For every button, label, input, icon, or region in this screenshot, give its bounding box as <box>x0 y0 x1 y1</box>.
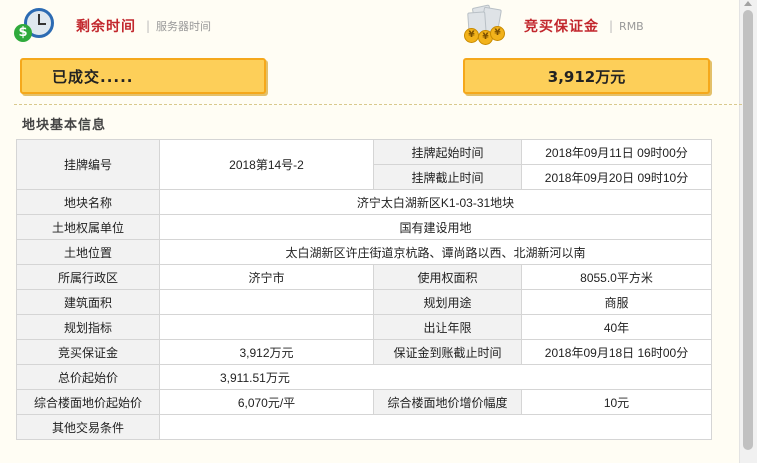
listing-no-value: 2018第14号-2 <box>159 139 374 190</box>
parcel-info-table: 挂牌编号 2018第14号-2 挂牌起始时间 2018年09月11日 09时00… <box>16 139 712 440</box>
floor-price-value: 6,070元/平 <box>159 389 374 415</box>
end-time-value: 2018年09月20日 09时10分 <box>521 164 712 190</box>
term-value: 40年 <box>521 314 712 340</box>
increment-value: 10元 <box>521 389 712 415</box>
dollar-coin-icon: $ <box>14 24 32 42</box>
remaining-time-title: 剩余时间 <box>76 19 136 35</box>
owner-value: 国有建设用地 <box>159 214 712 240</box>
divider <box>14 104 742 105</box>
deposit-deadline-label: 保证金到账截止时间 <box>373 339 522 365</box>
table-row: 建筑面积 规划用途 商服 <box>16 289 712 315</box>
header-separator: | <box>146 19 151 33</box>
deposit-deadline-value: 2018年09月18日 16时00分 <box>521 339 712 365</box>
parcel-name-label: 地块名称 <box>16 189 160 215</box>
header-separator: | <box>609 19 614 33</box>
deposit-title: 竞买保证金 <box>524 19 599 35</box>
deposit-header: ¥ ¥ ¥ 竞买保证金 | RMB <box>462 4 644 48</box>
table-row: 竞买保证金 3,912万元 保证金到账截止时间 2018年09月18日 16时0… <box>16 339 712 365</box>
term-label: 出让年限 <box>373 314 522 340</box>
money-coins-icon: ¥ ¥ ¥ <box>462 4 505 46</box>
scrollbar-thumb[interactable] <box>743 10 753 450</box>
start-price-label: 总价起始价 <box>16 364 160 390</box>
floor-price-label: 综合楼面地价起始价 <box>16 389 160 415</box>
clock-money-icon: $ <box>14 6 56 46</box>
building-area-value <box>159 289 374 315</box>
owner-label: 土地权属单位 <box>16 214 160 240</box>
vertical-scrollbar[interactable] <box>739 0 757 463</box>
deal-status-box: 已成交..... <box>20 58 266 94</box>
table-row: 总价起始价 3,911.51万元 <box>16 364 712 390</box>
planning-index-value <box>159 314 374 340</box>
table-row: 挂牌编号 2018第14号-2 挂牌起始时间 2018年09月11日 09时00… <box>16 139 712 190</box>
table-row: 其他交易条件 <box>16 414 712 440</box>
other-terms-label: 其他交易条件 <box>16 414 160 440</box>
planned-use-label: 规划用途 <box>373 289 522 315</box>
table-row: 规划指标 出让年限 40年 <box>16 314 712 340</box>
location-label: 土地位置 <box>16 239 160 265</box>
deposit-amount-box: 3,912万元 <box>463 58 710 94</box>
table-row: 土地位置 太白湖新区许庄街道京杭路、谭尚路以西、北湖新河以南 <box>16 239 712 265</box>
use-area-value: 8055.0平方米 <box>521 264 712 290</box>
start-time-label: 挂牌起始时间 <box>373 139 522 165</box>
start-time-value: 2018年09月11日 09时00分 <box>521 139 712 165</box>
location-value: 太白湖新区许庄街道京杭路、谭尚路以西、北湖新河以南 <box>159 239 712 265</box>
planning-index-label: 规划指标 <box>16 314 160 340</box>
table-row: 所属行政区 济宁市 使用权面积 8055.0平方米 <box>16 264 712 290</box>
section-title: 地块基本信息 <box>22 118 107 133</box>
increment-label: 综合楼面地价增价幅度 <box>373 389 522 415</box>
deposit-amount-text: 3,912万元 <box>547 67 626 86</box>
table-row: 土地权属单位 国有建设用地 <box>16 214 712 240</box>
parcel-name-value: 济宁太白湖新区K1-03-31地块 <box>159 189 712 215</box>
end-time-label: 挂牌截止时间 <box>373 164 522 190</box>
listing-no-label: 挂牌编号 <box>16 139 160 190</box>
deposit-label: 竞买保证金 <box>16 339 160 365</box>
start-price-value: 3,911.51万元 <box>159 364 712 390</box>
deal-status-text: 已成交..... <box>52 67 134 86</box>
building-area-label: 建筑面积 <box>16 289 160 315</box>
district-value: 济宁市 <box>159 264 374 290</box>
currency-label: RMB <box>619 19 644 33</box>
server-time-label: 服务器时间 <box>156 20 212 33</box>
table-row: 综合楼面地价起始价 6,070元/平 综合楼面地价增价幅度 10元 <box>16 389 712 415</box>
deposit-value: 3,912万元 <box>159 339 374 365</box>
use-area-label: 使用权面积 <box>373 264 522 290</box>
remaining-time-header: $ 剩余时间 | 服务器时间 <box>14 4 211 48</box>
other-terms-value <box>159 414 712 440</box>
district-label: 所属行政区 <box>16 264 160 290</box>
table-row: 地块名称 济宁太白湖新区K1-03-31地块 <box>16 189 712 215</box>
planned-use-value: 商服 <box>521 289 712 315</box>
scroll-up-arrow-icon[interactable] <box>744 1 752 6</box>
